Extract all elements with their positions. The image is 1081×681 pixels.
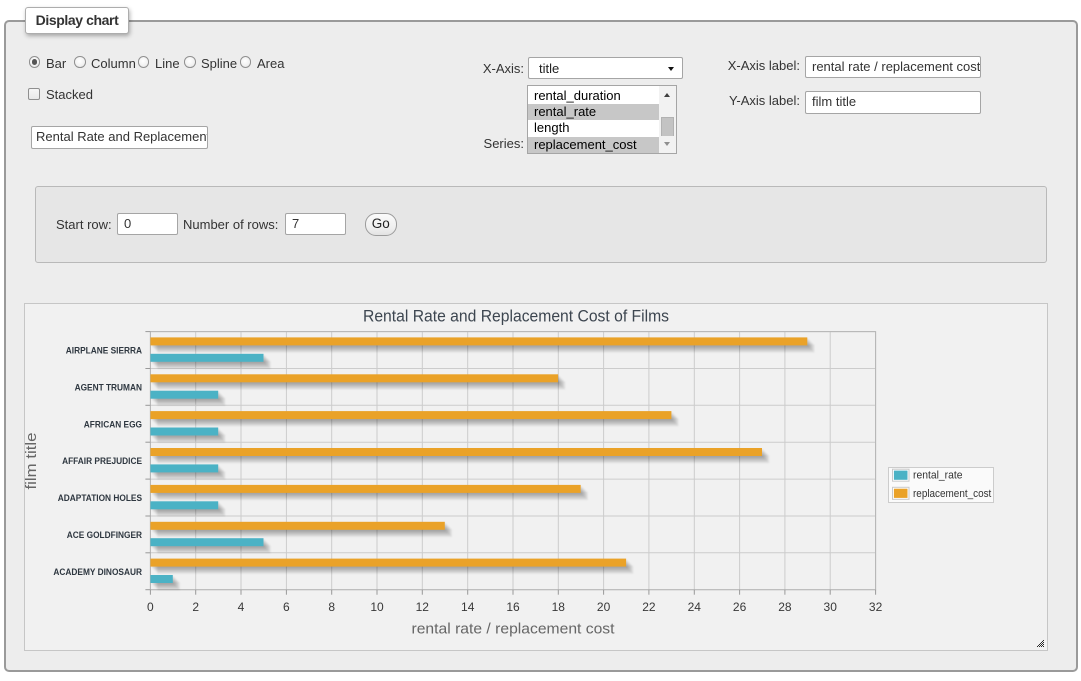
svg-text:AIRPLANE SIERRA: AIRPLANE SIERRA: [66, 346, 142, 357]
svg-text:24: 24: [688, 600, 702, 614]
svg-text:32: 32: [869, 600, 883, 614]
svg-text:28: 28: [778, 600, 792, 614]
svg-text:ACADEMY DINOSAUR: ACADEMY DINOSAUR: [53, 567, 142, 578]
svg-text:film title: film title: [24, 433, 40, 490]
svg-text:18: 18: [552, 600, 566, 614]
svg-text:AGENT TRUMAN: AGENT TRUMAN: [75, 383, 143, 394]
svg-text:26: 26: [733, 600, 747, 614]
svg-text:22: 22: [642, 600, 656, 614]
svg-text:ADAPTATION HOLES: ADAPTATION HOLES: [58, 493, 142, 504]
svg-text:AFRICAN EGG: AFRICAN EGG: [84, 419, 142, 430]
svg-text:6: 6: [283, 600, 290, 614]
svg-text:20: 20: [597, 600, 611, 614]
svg-text:Rental Rate and Replacement Co: Rental Rate and Replacement Cost of Film…: [363, 307, 669, 326]
svg-text:30: 30: [824, 600, 838, 614]
svg-text:ACE GOLDFINGER: ACE GOLDFINGER: [67, 530, 142, 541]
svg-text:14: 14: [461, 600, 475, 614]
svg-text:replacement_cost: replacement_cost: [913, 488, 991, 500]
svg-text:8: 8: [328, 600, 335, 614]
svg-text:4: 4: [238, 600, 245, 614]
svg-text:10: 10: [370, 600, 384, 614]
svg-text:0: 0: [147, 600, 154, 614]
svg-text:12: 12: [416, 600, 430, 614]
svg-text:2: 2: [192, 600, 199, 614]
svg-text:rental rate / replacement cost: rental rate / replacement cost: [412, 621, 616, 638]
svg-text:AFFAIR PREJUDICE: AFFAIR PREJUDICE: [62, 456, 142, 467]
svg-text:16: 16: [506, 600, 520, 614]
svg-text:rental_rate: rental_rate: [913, 469, 963, 481]
